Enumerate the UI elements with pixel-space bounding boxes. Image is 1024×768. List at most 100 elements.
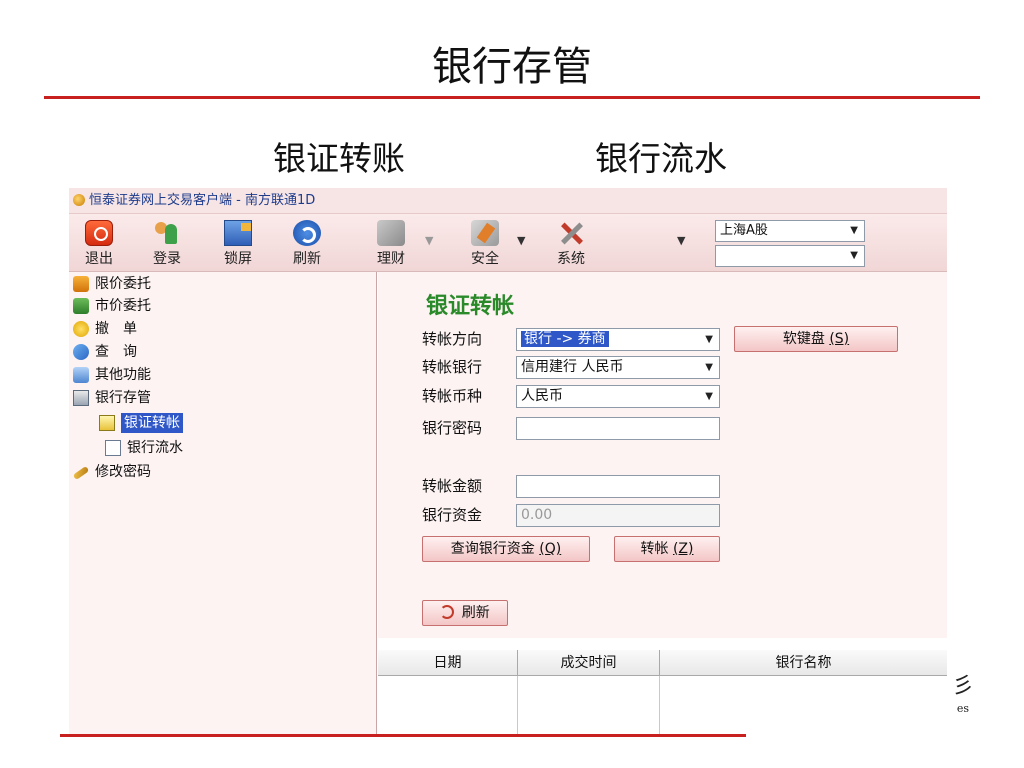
finance-icon (377, 220, 405, 246)
direction-select[interactable]: 银行 -> 券商 ▼ (516, 328, 720, 351)
slide-subtitle-statement: 银行流水 (595, 139, 727, 178)
safety-button[interactable]: 安全 (457, 218, 513, 268)
statement-table: 日期 成交时间 银行名称 (378, 650, 947, 736)
power-icon (85, 220, 113, 246)
transfer-form: 银证转帐 转帐方向 银行 -> 券商 ▼ 软键盘 (S) 转帐银行 信用建行 人… (378, 272, 947, 638)
market-order-icon (73, 298, 89, 314)
refresh-list-label: 刷新 (461, 605, 490, 621)
bank-funds-field: 0.00 (516, 504, 720, 527)
query-bank-funds-button[interactable]: 查询银行资金 (Q) (422, 536, 590, 562)
functions-icon (73, 367, 89, 383)
bank-label: 转帐银行 (422, 358, 483, 376)
finance-label: 理财 (377, 251, 405, 267)
password-label: 银行密码 (422, 419, 483, 437)
finance-button[interactable]: 理财 (363, 218, 419, 268)
finance-dropdown-caret[interactable]: ▼ (425, 234, 433, 247)
market-select-value: 上海A股 (720, 223, 768, 238)
slide-title: 银行存管 (432, 44, 592, 90)
transfer-icon (99, 415, 115, 431)
amount-label: 转帐金额 (422, 477, 483, 495)
tools-icon (557, 220, 585, 246)
exit-button[interactable]: 退出 (71, 218, 127, 268)
tree-item-label: 市价委托 (95, 298, 151, 314)
lock-screen-icon (224, 220, 252, 246)
login-button[interactable]: 登录 (139, 218, 195, 268)
wrench-icon (471, 220, 499, 246)
title-divider (44, 96, 980, 99)
system-dropdown-caret[interactable]: ▼ (677, 234, 685, 247)
table-header: 日期 成交时间 银行名称 (378, 650, 947, 676)
slide-subtitle-transfer: 银证转账 (273, 139, 405, 178)
tree-item-label: 撤 单 (95, 321, 137, 337)
system-label: 系统 (557, 251, 585, 267)
login-label: 登录 (153, 251, 181, 267)
transfer-label: 转帐 (640, 541, 669, 557)
lock-screen-label: 锁屏 (224, 251, 252, 267)
company-logo: 彡 es (946, 672, 980, 728)
bank-select[interactable]: 信用建行 人民币 ▼ (516, 356, 720, 379)
column-header-time[interactable]: 成交时间 (518, 650, 660, 676)
safety-dropdown-caret[interactable]: ▼ (517, 234, 525, 247)
column-divider (517, 676, 518, 736)
chevron-down-icon: ▼ (850, 225, 858, 236)
query-icon (73, 344, 89, 360)
logo-glyph: 彡 (951, 674, 974, 699)
tree-item-label: 其他功能 (95, 367, 151, 383)
lock-screen-button[interactable]: 锁屏 (210, 218, 266, 268)
soft-keyboard-hotkey: (S) (829, 331, 850, 347)
folder-open-icon (73, 390, 89, 406)
trading-client-window: 恒泰证券网上交易客户端 - 南方联通1D 退出 登录 锁屏 刷新 理财 ▼ 安全… (69, 188, 947, 736)
query-hotkey: (Q) (539, 541, 562, 557)
column-header-date[interactable]: 日期 (378, 650, 518, 676)
tree-item-label: 银行流水 (127, 440, 183, 456)
currency-select[interactable]: 人民币 ▼ (516, 385, 720, 408)
exit-label: 退出 (85, 251, 113, 267)
limit-order-icon (73, 276, 89, 292)
refresh-icon (440, 605, 455, 619)
query-label: 查询银行资金 (450, 541, 535, 557)
document-icon (105, 440, 121, 456)
nav-tree: 限价委托 市价委托 撤 单 查 询 其他功能 银行存管 银证转帐 银行流水 修改… (69, 272, 377, 736)
tree-item-label: 查 询 (95, 344, 137, 360)
refresh-button[interactable]: 刷新 (279, 218, 335, 268)
direction-label: 转帐方向 (422, 330, 483, 348)
secondary-select[interactable]: ▼ (715, 245, 865, 267)
tree-item-label: 限价委托 (95, 276, 151, 292)
amount-field[interactable] (516, 475, 720, 498)
funds-label: 银行资金 (422, 506, 483, 524)
refresh-list-button[interactable]: 刷新 (422, 600, 508, 626)
soft-keyboard-button[interactable]: 软键盘 (S) (734, 326, 898, 352)
window-title: 恒泰证券网上交易客户端 - 南方联通1D (89, 193, 316, 208)
refresh-label: 刷新 (293, 251, 321, 267)
currency-label: 转帐币种 (422, 387, 483, 405)
logo-text: es (956, 702, 970, 715)
currency-value: 人民币 (521, 388, 563, 404)
chevron-down-icon: ▼ (705, 334, 713, 345)
soft-keyboard-label: 软键盘 (782, 331, 825, 347)
system-button[interactable]: 系统 (543, 218, 599, 268)
form-title: 银证转帐 (426, 293, 515, 319)
footer-divider (60, 734, 746, 737)
tree-item-label: 银行存管 (95, 390, 151, 406)
window-titlebar: 恒泰证券网上交易客户端 - 南方联通1D (69, 188, 947, 214)
funds-value: 0.00 (521, 507, 553, 523)
chevron-down-icon: ▼ (705, 362, 713, 373)
refresh-icon (293, 220, 321, 246)
key-icon (72, 465, 90, 481)
safety-label: 安全 (471, 251, 499, 267)
slide: 银行存管 银证转账 银行流水 恒泰证券网上交易客户端 - 南方联通1D 退出 登… (0, 0, 1024, 768)
users-icon (153, 220, 181, 246)
tree-item-label: 修改密码 (95, 464, 151, 480)
chevron-down-icon: ▼ (705, 391, 713, 402)
column-divider (659, 676, 660, 736)
hand-icon (73, 321, 89, 337)
bank-password-field[interactable] (516, 417, 720, 440)
transfer-button[interactable]: 转帐 (Z) (614, 536, 720, 562)
tree-item-label: 银证转帐 (121, 413, 183, 433)
market-select[interactable]: 上海A股 ▼ (715, 220, 865, 242)
column-header-bank-name[interactable]: 银行名称 (660, 650, 947, 676)
bank-value: 信用建行 人民币 (521, 359, 624, 375)
direction-value: 银行 -> 券商 (521, 331, 609, 347)
app-icon (73, 194, 85, 206)
transfer-hotkey: (Z) (672, 541, 694, 557)
